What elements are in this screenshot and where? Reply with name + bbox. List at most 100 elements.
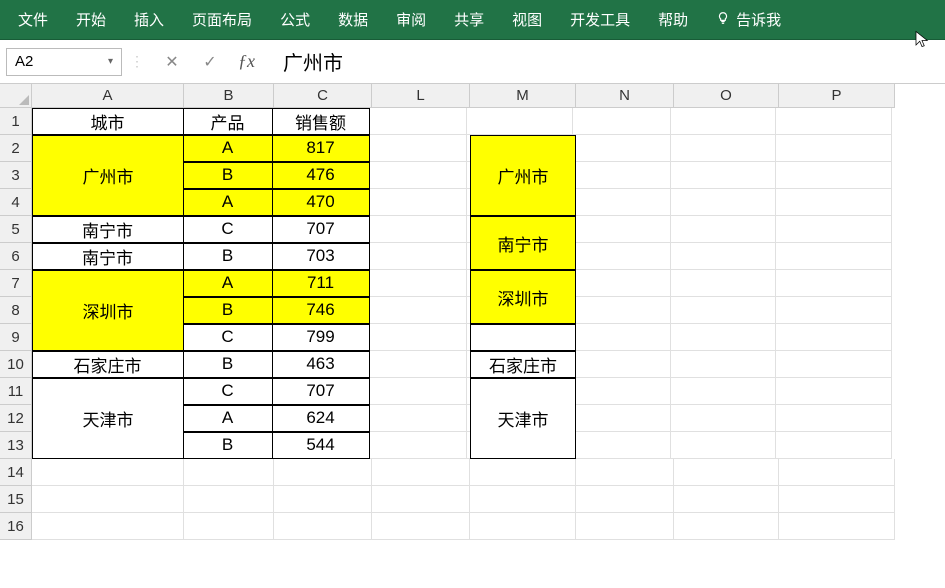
cell-L14[interactable] [372, 459, 470, 486]
cell-B5[interactable]: C [183, 216, 273, 243]
menu-formula[interactable]: 公式 [266, 0, 324, 40]
cell-P14[interactable] [779, 459, 895, 486]
name-box[interactable]: A2 ▾ [6, 48, 122, 76]
merged-cell-M9-M9[interactable] [470, 324, 576, 351]
col-header-N[interactable]: N [576, 84, 674, 108]
cell-N14[interactable] [576, 459, 674, 486]
row-header-7[interactable]: 7 [0, 270, 32, 297]
row-header-8[interactable]: 8 [0, 297, 32, 324]
merged-cell-A2-A4[interactable]: 广州市 [32, 135, 184, 216]
cell-N11[interactable] [573, 378, 671, 405]
row-header-4[interactable]: 4 [0, 189, 32, 216]
cell-P9[interactable] [776, 324, 892, 351]
cell-B12[interactable]: A [183, 405, 273, 432]
merged-cell-A11-A13[interactable]: 天津市 [32, 378, 184, 459]
cell-B2[interactable]: A [183, 135, 273, 162]
cell-C9[interactable]: 799 [272, 324, 370, 351]
cell-O9[interactable] [671, 324, 776, 351]
cell-B14[interactable] [184, 459, 274, 486]
cell-O15[interactable] [674, 486, 779, 513]
row-header-9[interactable]: 9 [0, 324, 32, 351]
menu-data[interactable]: 数据 [324, 0, 382, 40]
col-header-P[interactable]: P [779, 84, 895, 108]
cell-N10[interactable] [573, 351, 671, 378]
row-header-5[interactable]: 5 [0, 216, 32, 243]
row-header-11[interactable]: 11 [0, 378, 32, 405]
cell-C12[interactable]: 624 [272, 405, 370, 432]
menu-dev[interactable]: 开发工具 [556, 0, 644, 40]
cell-O10[interactable] [671, 351, 776, 378]
cell-N16[interactable] [576, 513, 674, 540]
cell-P4[interactable] [776, 189, 892, 216]
select-all-corner[interactable] [0, 84, 32, 108]
cell-M1[interactable] [467, 108, 573, 135]
cell-B4[interactable]: A [183, 189, 273, 216]
cell-N3[interactable] [573, 162, 671, 189]
cell-P8[interactable] [776, 297, 892, 324]
cell-L3[interactable] [369, 162, 467, 189]
cell-C1[interactable]: 销售额 [272, 108, 370, 135]
cell-N15[interactable] [576, 486, 674, 513]
cell-M15[interactable] [470, 486, 576, 513]
cell-L9[interactable] [369, 324, 467, 351]
cell-O3[interactable] [671, 162, 776, 189]
merged-cell-M11-M13[interactable]: 天津市 [470, 378, 576, 459]
cell-N7[interactable] [573, 270, 671, 297]
merged-cell-M7-M8[interactable]: 深圳市 [470, 270, 576, 324]
cell-C10[interactable]: 463 [272, 351, 370, 378]
cell-P13[interactable] [776, 432, 892, 459]
cell-M16[interactable] [470, 513, 576, 540]
cell-B8[interactable]: B [183, 297, 273, 324]
cell-B9[interactable]: C [183, 324, 273, 351]
cell-L16[interactable] [372, 513, 470, 540]
cell-P10[interactable] [776, 351, 892, 378]
cell-O11[interactable] [671, 378, 776, 405]
cell-A16[interactable] [32, 513, 184, 540]
cell-B3[interactable]: B [183, 162, 273, 189]
cell-B6[interactable]: B [183, 243, 273, 270]
menu-file[interactable]: 文件 [4, 0, 62, 40]
cell-A6[interactable]: 南宁市 [32, 243, 184, 270]
col-header-M[interactable]: M [470, 84, 576, 108]
cell-O4[interactable] [671, 189, 776, 216]
cell-B16[interactable] [184, 513, 274, 540]
cell-C6[interactable]: 703 [272, 243, 370, 270]
menu-review[interactable]: 审阅 [382, 0, 440, 40]
cell-O12[interactable] [671, 405, 776, 432]
cell-O7[interactable] [671, 270, 776, 297]
row-header-14[interactable]: 14 [0, 459, 32, 486]
cell-O14[interactable] [674, 459, 779, 486]
cell-L11[interactable] [369, 378, 467, 405]
cell-B7[interactable]: A [183, 270, 273, 297]
cell-C2[interactable]: 817 [272, 135, 370, 162]
cell-C13[interactable]: 544 [272, 432, 370, 459]
cell-O16[interactable] [674, 513, 779, 540]
row-header-1[interactable]: 1 [0, 108, 32, 135]
cell-L5[interactable] [369, 216, 467, 243]
menu-insert[interactable]: 插入 [120, 0, 178, 40]
cell-C11[interactable]: 707 [272, 378, 370, 405]
cell-P1[interactable] [776, 108, 892, 135]
cell-B13[interactable]: B [183, 432, 273, 459]
cell-C16[interactable] [274, 513, 372, 540]
cell-O6[interactable] [671, 243, 776, 270]
cell-A10[interactable]: 石家庄市 [32, 351, 184, 378]
cell-P15[interactable] [779, 486, 895, 513]
menu-tell-me[interactable]: 告诉我 [702, 0, 795, 40]
row-header-16[interactable]: 16 [0, 513, 32, 540]
row-header-12[interactable]: 12 [0, 405, 32, 432]
cell-N1[interactable] [573, 108, 671, 135]
menu-help[interactable]: 帮助 [644, 0, 702, 40]
cell-A1[interactable]: 城市 [32, 108, 184, 135]
cancel-icon[interactable]: ✕ [162, 52, 182, 72]
cell-O1[interactable] [671, 108, 776, 135]
cell-N6[interactable] [573, 243, 671, 270]
cell-L4[interactable] [369, 189, 467, 216]
cell-P11[interactable] [776, 378, 892, 405]
cell-N8[interactable] [573, 297, 671, 324]
cell-L15[interactable] [372, 486, 470, 513]
cell-C4[interactable]: 470 [272, 189, 370, 216]
cell-B10[interactable]: B [183, 351, 273, 378]
col-header-B[interactable]: B [184, 84, 274, 108]
cell-O13[interactable] [671, 432, 776, 459]
